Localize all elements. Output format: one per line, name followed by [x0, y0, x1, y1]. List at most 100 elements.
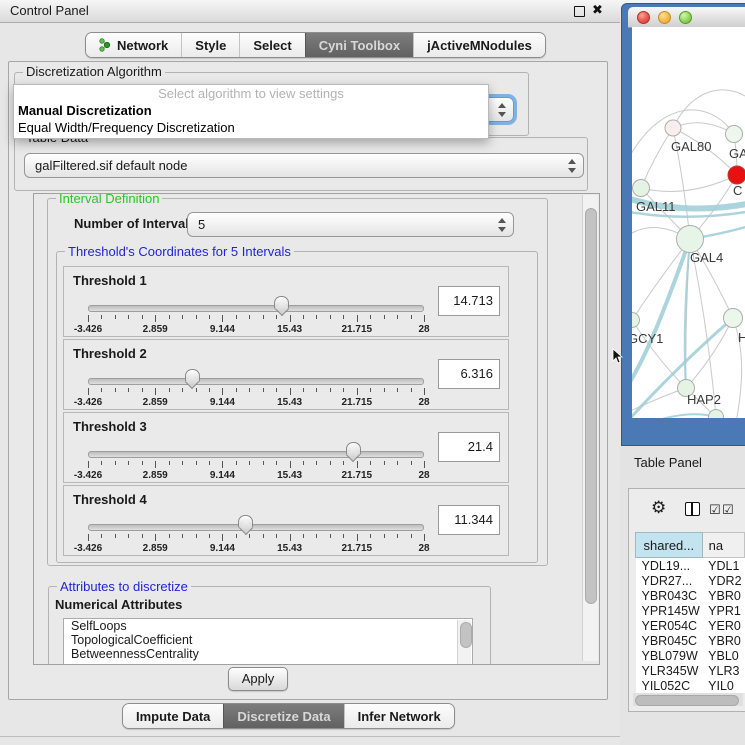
attributes-group: Attributes to discretize Numerical Attri… [48, 586, 491, 665]
slider-tick-label: 21.715 [342, 324, 373, 335]
slider-tick [424, 461, 425, 468]
threshold-value-field[interactable]: 21.4 [438, 432, 500, 462]
slider-tick [142, 315, 143, 319]
checkbox-icon[interactable]: ☑ [722, 502, 734, 518]
slider-tick [303, 461, 304, 465]
slider-tick [222, 315, 223, 322]
threshold-slider[interactable]: -3.4262.8599.14415.4321.71528 [88, 516, 424, 556]
slider-thumb[interactable] [346, 442, 361, 462]
gear-icon[interactable]: ⚙ [651, 498, 666, 518]
table-row[interactable]: YDL19...YDL1 [636, 558, 745, 574]
numerical-attributes-list[interactable]: SelfLoopsTopologicalCoefficientBetweenne… [63, 618, 473, 665]
table-cell: YIL0 [702, 678, 744, 693]
slider-thumb[interactable] [274, 296, 289, 316]
network-edge[interactable] [632, 239, 690, 320]
table-cell: YIL052C [636, 678, 703, 693]
slider-track[interactable] [88, 451, 424, 458]
dropdown-option[interactable]: Manual Discretization [14, 102, 488, 119]
table-row[interactable]: YER054CYER0 [636, 618, 745, 633]
float-panel-icon[interactable] [574, 6, 585, 17]
attributes-list-scrollbar[interactable] [457, 620, 471, 665]
table-row[interactable]: YPR145WYPR1 [636, 603, 745, 618]
column-header-name[interactable]: na [702, 533, 744, 558]
tab-jactivemnodules[interactable]: jActiveMNodules [413, 33, 545, 57]
tab-select[interactable]: Select [239, 33, 304, 57]
table-row[interactable]: YDR27...YDR2 [636, 573, 745, 588]
checkbox-icon[interactable]: ☑ [709, 502, 721, 518]
slider-tick [384, 461, 385, 465]
slider-tick [182, 461, 183, 465]
table-row[interactable]: YIL052CYIL0 [636, 678, 745, 693]
slider-tick [263, 315, 264, 319]
control-panel-title: Control Panel [10, 3, 89, 18]
network-edge[interactable] [641, 128, 673, 188]
slider-tick [128, 388, 129, 392]
table-row[interactable]: YBR043CYBR0 [636, 588, 745, 603]
cyni-toolbox-panel: Discretization Algorithm Table Data galF… [8, 61, 608, 700]
close-panel-icon[interactable]: ✖ [592, 2, 603, 18]
network-node[interactable] [709, 410, 724, 419]
slider-tick-label: 9.144 [210, 324, 235, 335]
network-node[interactable] [633, 180, 650, 197]
slider-thumb[interactable] [185, 369, 200, 389]
threshold-slider[interactable]: -3.4262.8599.14415.4321.71528 [88, 370, 424, 410]
attribute-list-item[interactable]: SelfLoops [64, 619, 472, 633]
slider-tick [397, 461, 398, 465]
tab-discretize-data[interactable]: Discretize Data [223, 704, 343, 728]
slider-tick [290, 315, 291, 322]
network-node[interactable] [728, 166, 745, 184]
table-data-combobox[interactable]: galFiltered.sif default node [24, 153, 584, 178]
tab-network[interactable]: Network [86, 33, 181, 57]
slider-track[interactable] [88, 378, 424, 385]
slider-track[interactable] [88, 305, 424, 312]
columns-icon[interactable] [685, 502, 700, 516]
table-panel-title: Table Panel [634, 455, 702, 470]
network-edge[interactable] [632, 110, 734, 163]
table-row[interactable]: YBR045CYBR0 [636, 633, 745, 648]
network-edge[interactable] [641, 175, 737, 191]
table-horizontal-scrollbar[interactable] [633, 693, 743, 706]
table-row[interactable]: YLR345WYLR3 [636, 663, 745, 678]
close-window-icon[interactable] [637, 11, 650, 24]
slider-tick [249, 315, 250, 319]
network-canvas[interactable]: GAL80GACGAL11GAL4GCY1HHAP2 [632, 27, 745, 418]
minimize-window-icon[interactable] [658, 11, 671, 24]
threshold-label: Threshold 4 [73, 492, 147, 507]
network-node[interactable] [632, 313, 640, 328]
node-table[interactable]: shared... na YDL19...YDL1YDR27...YDR2YBR… [635, 532, 745, 693]
attribute-list-item[interactable]: BetweennessCentrality [64, 647, 472, 661]
threshold-value-field[interactable]: 14.713 [438, 286, 500, 316]
number-of-intervals-combobox[interactable]: 5 [187, 212, 514, 237]
attribute-list-item[interactable]: TopologicalCoefficient [64, 633, 472, 647]
dropdown-option[interactable]: Equal Width/Frequency Discretization [14, 119, 488, 136]
network-edge[interactable] [632, 414, 716, 418]
network-node[interactable] [726, 126, 743, 143]
network-node[interactable] [665, 120, 681, 136]
slider-tick-label: -3.426 [74, 470, 102, 481]
slider-tick [276, 388, 277, 392]
network-node[interactable] [677, 226, 704, 253]
slider-thumb[interactable] [238, 515, 253, 535]
threshold-value-field[interactable]: 6.316 [438, 359, 500, 389]
network-window-titlebar[interactable] [628, 7, 745, 28]
threshold-slider[interactable]: -3.4262.8599.14415.4321.71528 [88, 297, 424, 337]
slider-track[interactable] [88, 524, 424, 531]
threshold-value-field[interactable]: 11.344 [438, 505, 500, 535]
column-header-shared[interactable]: shared... [636, 533, 703, 558]
tab-cyni-toolbox[interactable]: Cyni Toolbox [305, 33, 413, 57]
tab-infer-network[interactable]: Infer Network [344, 704, 454, 728]
tab-style[interactable]: Style [181, 33, 239, 57]
slider-tick [222, 461, 223, 468]
threshold-panel: Threshold 3-3.4262.8599.14415.4321.71528… [63, 412, 509, 483]
zoom-window-icon[interactable] [679, 11, 692, 24]
network-graph: GAL80GACGAL11GAL4GCY1HHAP2 [632, 27, 745, 418]
tab-impute-data[interactable]: Impute Data [123, 704, 223, 728]
network-edge[interactable] [673, 90, 745, 128]
apply-button[interactable]: Apply [228, 667, 288, 691]
network-edge[interactable] [632, 239, 690, 391]
threshold-slider[interactable]: -3.4262.8599.14415.4321.71528 [88, 443, 424, 483]
network-node[interactable] [724, 309, 743, 328]
table-row[interactable]: YBL079WYBL0 [636, 648, 745, 663]
settings-vertical-scrollbar[interactable] [582, 195, 598, 661]
threshold-panel: Threshold 4 -3.4262.8599.14415.4321.71528… [63, 485, 509, 556]
